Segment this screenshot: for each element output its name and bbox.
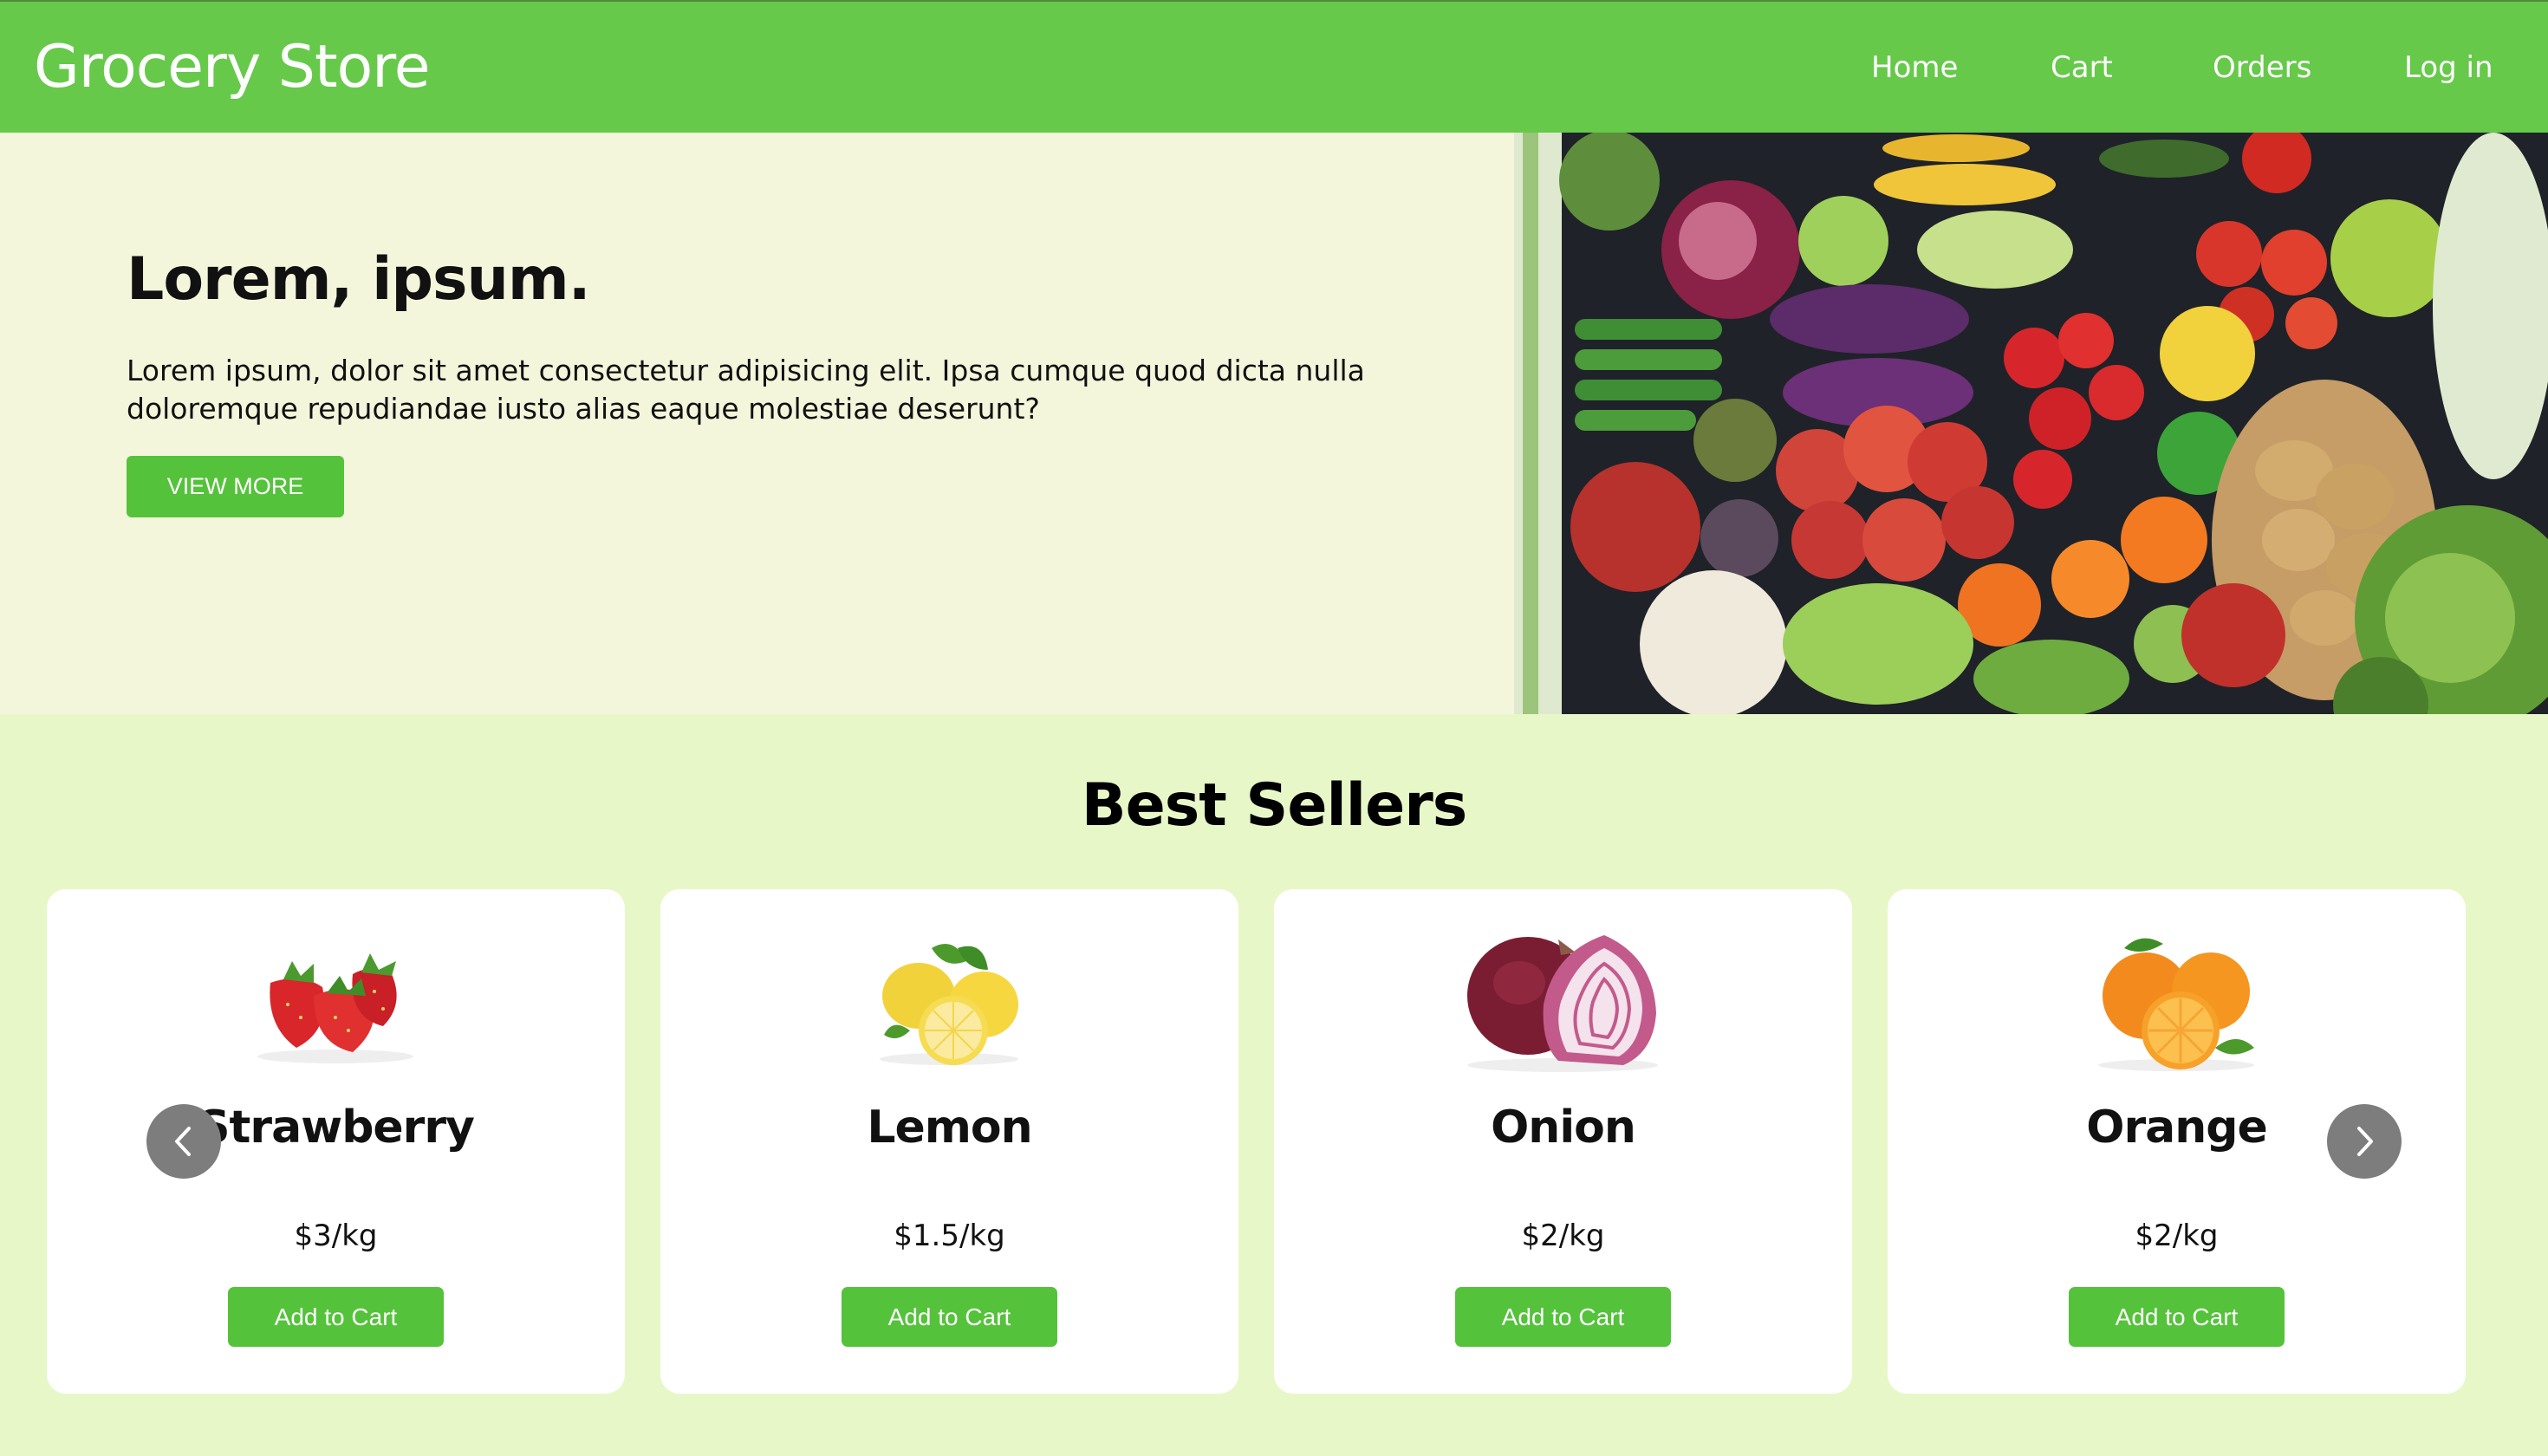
add-to-cart-button[interactable]: Add to Cart [2069, 1287, 2285, 1347]
onion-image [1459, 922, 1667, 1078]
hero-content: Lorem, ipsum. Lorem ipsum, dolor sit ame… [0, 133, 1514, 714]
nav-login-link[interactable]: Log in [2404, 50, 2493, 85]
orange-image [2072, 922, 2280, 1078]
product-price: $1.5/kg [894, 1219, 1005, 1253]
view-more-button[interactable]: VIEW MORE [127, 456, 344, 517]
hero-description: Lorem ipsum, dolor sit amet consectetur … [127, 354, 1365, 426]
product-card-lemon: Lemon $1.5/kg Add to Cart [660, 889, 1238, 1394]
product-card-strawberry: Strawberry $3/kg Add to Cart [47, 889, 625, 1394]
hero-section: Lorem, ipsum. Lorem ipsum, dolor sit ame… [0, 133, 2548, 714]
chevron-left-icon [175, 1127, 191, 1156]
product-card-onion: Onion $2/kg Add to Cart [1274, 889, 1852, 1394]
lemon-image [845, 922, 1053, 1078]
nav-orders-link[interactable]: Orders [2213, 50, 2311, 85]
best-sellers-title: Best Sellers [1081, 771, 1467, 840]
brand-logo[interactable]: Grocery Store [34, 33, 431, 101]
add-to-cart-button[interactable]: Add to Cart [1455, 1287, 1671, 1347]
add-to-cart-button[interactable]: Add to Cart [228, 1287, 444, 1347]
strawberry-image [231, 922, 439, 1078]
product-price: $3/kg [294, 1219, 378, 1253]
product-price: $2/kg [1521, 1219, 1605, 1253]
product-price: $2/kg [2135, 1219, 2219, 1253]
carousel-prev-button[interactable] [146, 1104, 221, 1179]
carousel-next-button[interactable] [2327, 1104, 2402, 1179]
nav-home-link[interactable]: Home [1871, 50, 1958, 85]
nav-cart-link[interactable]: Cart [2051, 50, 2113, 85]
navbar: Grocery Store Home Cart Orders Log in [0, 0, 2548, 133]
product-name: Lemon [867, 1102, 1032, 1154]
chevron-right-icon [2357, 1127, 2373, 1156]
hero-title: Lorem, ipsum. [127, 245, 591, 314]
product-name: Strawberry [198, 1102, 475, 1154]
add-to-cart-button[interactable]: Add to Cart [842, 1287, 1057, 1347]
product-name: Onion [1491, 1102, 1636, 1154]
hero-image [1514, 133, 2548, 714]
